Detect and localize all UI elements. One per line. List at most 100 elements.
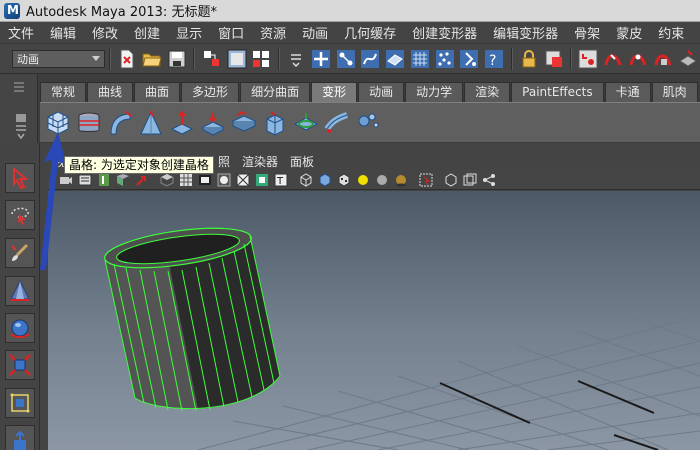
- menu-edit-deformers[interactable]: 编辑变形器: [485, 23, 566, 42]
- perspective-viewport[interactable]: [48, 191, 700, 450]
- field-chart-icon[interactable]: [254, 172, 270, 188]
- tab-subdivs[interactable]: 细分曲面: [240, 82, 311, 102]
- resolution-gate-icon[interactable]: [216, 172, 232, 188]
- xray-joints-icon[interactable]: [462, 172, 478, 188]
- smooth-shading-icon[interactable]: [317, 172, 333, 188]
- default-light-icon[interactable]: [355, 172, 371, 188]
- shelf-tab-bar: 常规 曲线 曲面 多边形 细分曲面 变形 动画 动力学 渲染 PaintEffe…: [40, 82, 699, 102]
- separator: [193, 47, 196, 70]
- menu-create[interactable]: 创建: [126, 23, 168, 42]
- select-surfaces-icon[interactable]: [385, 48, 406, 70]
- new-scene-icon[interactable]: [117, 48, 138, 70]
- menu-set-dropdown[interactable]: 动画: [12, 49, 106, 68]
- mask-menu-icon[interactable]: [286, 48, 307, 70]
- squash-icon[interactable]: [199, 109, 227, 137]
- tab-animation[interactable]: 动画: [358, 82, 405, 102]
- make-live-icon[interactable]: [677, 48, 698, 70]
- select-object-icon[interactable]: [226, 48, 247, 70]
- wrap-icon[interactable]: [75, 109, 103, 137]
- snap-point-icon[interactable]: [628, 48, 649, 70]
- menu-character[interactable]: 角色: [692, 23, 700, 42]
- lattice-tooltip: 晶格: 为选定对象创建晶格: [64, 156, 214, 174]
- tab-curves[interactable]: 曲线: [87, 82, 134, 102]
- safe-title-icon[interactable]: T: [273, 172, 289, 188]
- xray-icon[interactable]: [443, 172, 459, 188]
- grid-axis-lines: [439, 380, 659, 450]
- scale-tool-icon[interactable]: [5, 350, 35, 380]
- paint-select-tool-icon[interactable]: [5, 238, 35, 268]
- ground-grid: [197, 318, 700, 450]
- select-handles-icon[interactable]: [310, 48, 331, 70]
- save-scene-icon[interactable]: [167, 48, 188, 70]
- lattice-icon[interactable]: [44, 109, 72, 137]
- tab-surfaces[interactable]: 曲面: [134, 82, 181, 102]
- tab-deformation[interactable]: 变形: [311, 82, 358, 102]
- tab-toon[interactable]: 卡通: [604, 82, 651, 102]
- tab-general[interactable]: 常规: [40, 82, 87, 102]
- menu-constrain[interactable]: 约束: [650, 23, 692, 42]
- select-curves-icon[interactable]: [360, 48, 381, 70]
- select-component-icon[interactable]: [251, 48, 272, 70]
- flare-icon[interactable]: [137, 109, 165, 137]
- select-tool-icon[interactable]: [5, 163, 35, 193]
- rotate-tool-icon[interactable]: [5, 313, 35, 343]
- all-lights-icon[interactable]: [374, 172, 390, 188]
- blend-shape-icon[interactable]: [354, 109, 382, 137]
- sine-icon[interactable]: [168, 109, 196, 137]
- gate-mask-icon[interactable]: [235, 172, 251, 188]
- toolbox: [0, 143, 40, 450]
- menu-display[interactable]: 显示: [168, 23, 210, 42]
- menu-skeleton[interactable]: 骨架: [566, 23, 608, 42]
- tab-paint-effects[interactable]: PaintEffects: [511, 82, 604, 102]
- move-tool-icon[interactable]: [5, 276, 35, 306]
- soft-mod-tool-icon[interactable]: [5, 425, 35, 450]
- wave-icon[interactable]: [261, 109, 289, 137]
- tab-polygons[interactable]: 多边形: [181, 82, 240, 102]
- menu-file[interactable]: 文件: [0, 23, 42, 42]
- separator: [570, 47, 573, 70]
- cluster-icon[interactable]: [292, 109, 320, 137]
- highlight-selection-icon[interactable]: [543, 48, 564, 70]
- menu-set-value: 动画: [17, 52, 39, 66]
- menu-edit[interactable]: 编辑: [42, 23, 84, 42]
- panel-menu-panels[interactable]: 面板: [284, 153, 320, 170]
- manipulator-tool-icon[interactable]: [5, 388, 35, 418]
- select-hierarchy-icon[interactable]: [201, 48, 222, 70]
- panel-menu-lighting[interactable]: 照: [212, 153, 236, 170]
- lasso-tool-icon[interactable]: [5, 200, 35, 230]
- separator: [109, 47, 112, 70]
- menu-geometry-cache[interactable]: 几何缓存: [336, 23, 404, 42]
- open-scene-icon[interactable]: [142, 48, 163, 70]
- menu-assets[interactable]: 资源: [252, 23, 294, 42]
- soft-mod-icon[interactable]: [323, 109, 351, 137]
- snap-curve-icon[interactable]: [603, 48, 624, 70]
- bend-icon[interactable]: [106, 109, 134, 137]
- menu-modify[interactable]: 修改: [84, 23, 126, 42]
- select-deformers-icon[interactable]: [410, 48, 431, 70]
- shadows-icon[interactable]: [393, 172, 409, 188]
- shelf-handle[interactable]: [0, 74, 38, 144]
- textured-icon[interactable]: [336, 172, 352, 188]
- isolate-select-icon[interactable]: [418, 172, 434, 188]
- twist-icon[interactable]: [230, 109, 258, 137]
- menu-create-deformers[interactable]: 创建变形器: [404, 23, 485, 42]
- wireframe-shading-icon[interactable]: [298, 172, 314, 188]
- select-rendering-icon[interactable]: [459, 48, 480, 70]
- menu-skin[interactable]: 蒙皮: [608, 23, 650, 42]
- title-bar: Autodesk Maya 2013: 无标题*: [0, 0, 700, 22]
- hud-icon[interactable]: [481, 172, 497, 188]
- menu-window[interactable]: 窗口: [210, 23, 252, 42]
- select-misc-icon[interactable]: ?: [484, 48, 505, 70]
- tab-dynamics[interactable]: 动力学: [405, 82, 464, 102]
- lock-selection-icon[interactable]: [519, 48, 540, 70]
- menu-animate[interactable]: 动画: [294, 23, 336, 42]
- select-dynamics-icon[interactable]: [434, 48, 455, 70]
- select-joints-icon[interactable]: [335, 48, 356, 70]
- panel-menu-renderer[interactable]: 渲染器: [236, 153, 284, 170]
- snap-grid-icon[interactable]: [578, 48, 599, 70]
- snap-view-plane-icon[interactable]: [652, 48, 673, 70]
- maya-window: Autodesk Maya 2013: 无标题* 文件 编辑 修改 创建 显示 …: [0, 0, 700, 450]
- tab-muscle[interactable]: 肌肉: [651, 82, 698, 102]
- pipe-mesh[interactable]: [102, 221, 281, 412]
- tab-rendering[interactable]: 渲染: [464, 82, 511, 102]
